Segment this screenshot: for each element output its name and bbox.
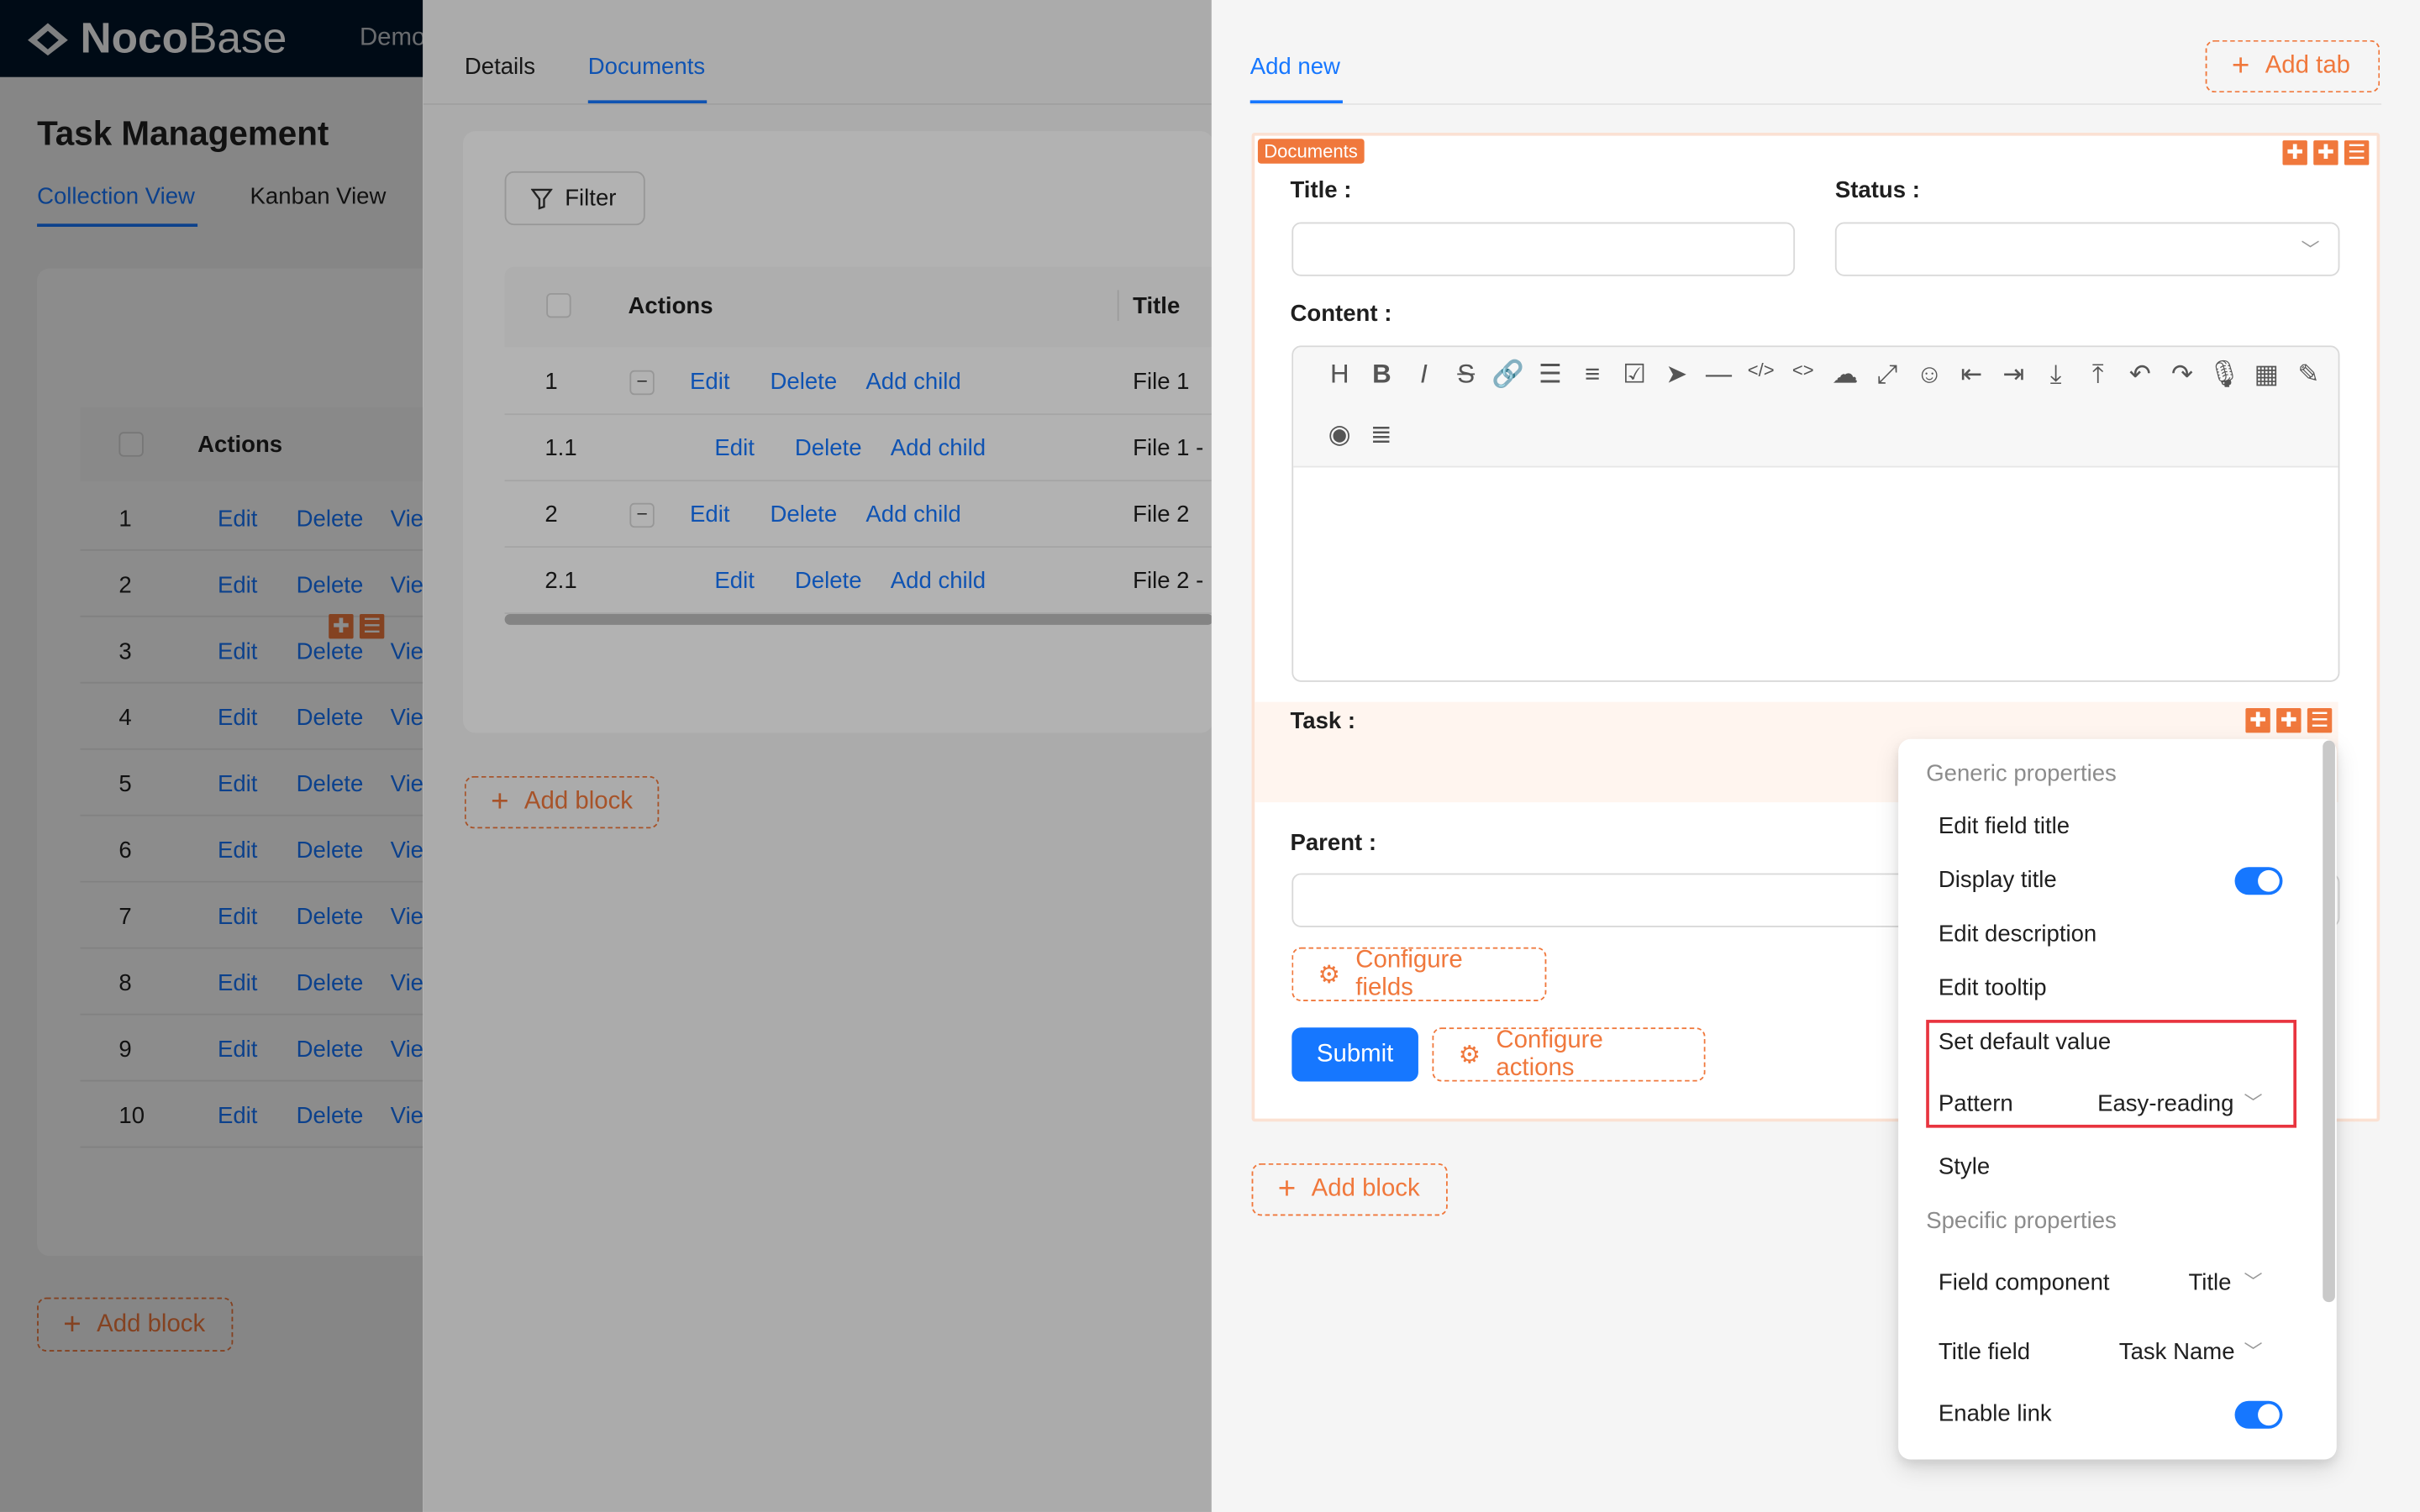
gear-icon: ⚙: [1318, 962, 1340, 989]
pattern-value[interactable]: Easy-reading: [2097, 1091, 2233, 1117]
configure-fields-button[interactable]: ⚙ Configure fields: [1292, 947, 1547, 1002]
chevron-down-icon: ﹀: [2301, 239, 2320, 261]
generic-properties-header: Generic properties: [1926, 760, 2117, 787]
fullscreen-icon[interactable]: ⤢: [1870, 360, 1904, 391]
add-icon[interactable]: ✚: [2276, 708, 2302, 733]
plus-icon: +: [2231, 49, 2250, 84]
task-label: Task: [1290, 708, 1342, 735]
set-default-value-item[interactable]: Set default value: [1939, 1029, 2111, 1055]
outline-icon[interactable]: ≣: [1365, 420, 1398, 451]
preview-icon[interactable]: ◉: [1323, 420, 1356, 451]
list-icon[interactable]: ☰: [1534, 360, 1567, 391]
outdent-icon[interactable]: ⇤: [1954, 360, 1988, 391]
settings-menu-icon[interactable]: ☰: [2307, 708, 2333, 733]
edit-field-title-item[interactable]: Edit field title: [1939, 813, 2070, 839]
chevron-down-icon: ﹀: [2244, 1341, 2263, 1362]
italic-icon[interactable]: I: [1407, 360, 1440, 391]
pattern-item[interactable]: Pattern: [1939, 1091, 2013, 1117]
title-input[interactable]: [1292, 222, 1796, 276]
tab-add-new-underline: [1249, 100, 1343, 104]
submit-button[interactable]: Submit: [1292, 1027, 1418, 1082]
line-icon[interactable]: —: [1702, 360, 1735, 391]
overlay-left: [0, 0, 424, 1512]
block-designer-icons[interactable]: ✚ ✚ ☰: [2276, 139, 2370, 166]
plus-icon: +: [1277, 1172, 1297, 1207]
quote-icon[interactable]: ➤: [1660, 360, 1693, 391]
heading-icon[interactable]: H: [1323, 360, 1356, 391]
title-label: Title: [1290, 177, 1338, 204]
task-designer-icons[interactable]: ✚ ✚ ☰: [2239, 706, 2333, 734]
add-block-button[interactable]: + Add block: [1251, 1163, 1448, 1216]
status-select[interactable]: ﹀: [1834, 222, 2340, 276]
drag-icon[interactable]: ✚: [2282, 140, 2307, 165]
display-title-toggle[interactable]: [2234, 867, 2283, 895]
configure-actions-button[interactable]: ⚙ Configure actions: [1432, 1026, 1706, 1082]
indent-icon[interactable]: ⇥: [1996, 360, 2030, 391]
content-label: Content: [1290, 301, 1378, 328]
ordered-list-icon[interactable]: ≡: [1576, 360, 1609, 391]
block-badge: Documents: [1257, 139, 1365, 164]
drag-icon[interactable]: ✚: [2245, 708, 2270, 733]
insert-after-icon[interactable]: ⤓: [2039, 360, 2072, 391]
field-component-item[interactable]: Field component: [1939, 1270, 2110, 1296]
table-icon[interactable]: ▦: [2249, 360, 2283, 391]
chevron-down-icon: ﹀: [2244, 1271, 2263, 1294]
code-icon[interactable]: </>: [1744, 360, 1777, 381]
title-field-item[interactable]: Title field: [1939, 1339, 2030, 1365]
title-field-value[interactable]: Task Name: [2119, 1339, 2235, 1365]
edit-tooltip-item[interactable]: Edit tooltip: [1939, 975, 2047, 1001]
strike-icon[interactable]: S: [1449, 360, 1482, 391]
enable-link-toggle[interactable]: [2234, 1400, 2283, 1429]
link-icon[interactable]: 🔗: [1491, 360, 1525, 391]
parent-label: Parent: [1290, 830, 1363, 857]
add-tab-button[interactable]: + Add tab: [2205, 39, 2381, 93]
edit-mode-icon[interactable]: ✎: [2291, 360, 2325, 391]
chevron-down-icon: ﹀: [2244, 1092, 2263, 1115]
display-title-item[interactable]: Display title: [1939, 867, 2057, 893]
field-component-value[interactable]: Title: [2188, 1270, 2231, 1296]
redo-icon[interactable]: ↷: [2165, 360, 2199, 391]
bold-icon[interactable]: B: [1365, 360, 1398, 391]
undo-icon[interactable]: ↶: [2123, 360, 2157, 391]
record-icon[interactable]: 🎙: [2207, 360, 2241, 391]
rich-text-editor[interactable]: [1292, 345, 2340, 682]
add-icon[interactable]: ✚: [2313, 140, 2338, 165]
enable-link-item[interactable]: Enable link: [1939, 1401, 2052, 1427]
emoji-icon[interactable]: ☺: [1912, 360, 1946, 391]
checklist-icon[interactable]: ☑: [1618, 360, 1651, 391]
menu-scrollbar[interactable]: [2323, 740, 2335, 1303]
right-tabs-bar: [1249, 103, 2382, 105]
insert-before-icon[interactable]: ⤒: [2081, 360, 2115, 391]
upload-icon[interactable]: ☁: [1828, 360, 1862, 391]
settings-menu-icon[interactable]: ☰: [2344, 140, 2370, 165]
overlay-middle: [423, 0, 1213, 1512]
tab-add-new[interactable]: Add new: [1250, 54, 1340, 80]
style-item[interactable]: Style: [1939, 1154, 1990, 1180]
specific-properties-header: Specific properties: [1926, 1208, 2117, 1235]
gear-icon: ⚙: [1458, 1042, 1481, 1068]
inline-code-icon[interactable]: <>: [1786, 360, 1820, 381]
status-label: Status: [1834, 177, 1907, 204]
edit-description-item[interactable]: Edit description: [1939, 921, 2096, 948]
